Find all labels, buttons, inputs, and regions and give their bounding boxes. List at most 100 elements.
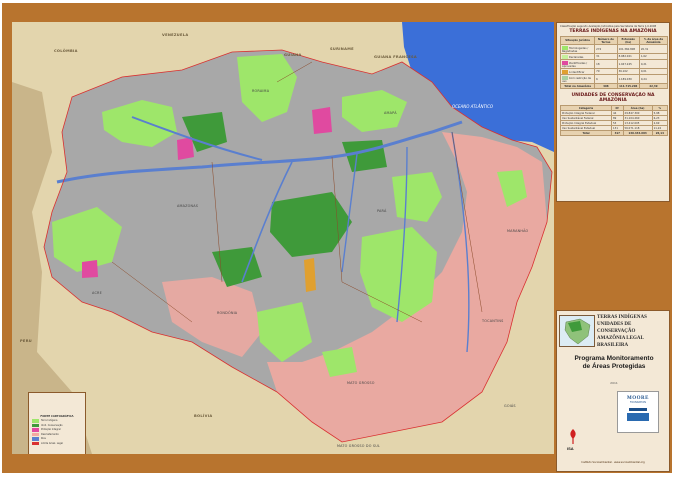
program-title: Programa Monitoramento de Áreas Protegid… <box>557 355 671 371</box>
moore-subtitle: FOUNDATION <box>630 401 646 404</box>
footer-credits: Instituto Socioambiental · www.socioambi… <box>581 461 645 464</box>
table-cell: Homologadas / Registradas <box>559 44 596 54</box>
table-cell: 6 <box>594 74 618 84</box>
table-header: % da área da Amazônia <box>638 36 669 45</box>
label-rondonia: RONDÔNIA <box>217 310 238 315</box>
table-cell: 18 <box>594 59 618 69</box>
legend-swatch <box>562 54 568 59</box>
title-panel: TERRAS INDÍGENAS UNIDADES DE CONSERVAÇÃO… <box>556 310 670 472</box>
table-cell: 0,21 <box>638 59 669 69</box>
table-cell: 111.715.206 <box>616 83 640 89</box>
title-line: UNIDADES DE CONSERVAÇÃO <box>597 322 636 334</box>
table-header: Número de Terras <box>594 36 618 45</box>
table-row: Identificadas / Aprovadas 18 1.047.245 0… <box>559 59 669 69</box>
sponsor-logo-box: MOORE FOUNDATION <box>617 391 659 433</box>
table-cell: 1.047.245 <box>616 59 640 69</box>
row-label: A identificar <box>568 70 585 74</box>
label-acre: ACRE <box>92 291 102 295</box>
legend-item: Proteção Integral <box>32 428 82 432</box>
legend-item-label: Limite Amaz. Legal <box>41 441 63 445</box>
title-line: TERRAS INDÍGENAS <box>597 315 647 320</box>
amazon-map[interactable]: COLÔMBIA VENEZUELA GUIANA SURINAME GUIAN… <box>12 22 554 454</box>
legend-swatch <box>32 428 39 432</box>
table-cell: 101.360.808 <box>616 44 640 54</box>
statistics-panel: Classificação segundo Avaliação Indicati… <box>556 22 670 202</box>
label-bolivia: BOLÍVIA <box>194 413 212 418</box>
table-cell: 1.189.030 <box>616 74 640 84</box>
table-cell: Total na Amazônia <box>559 83 596 89</box>
indigenous-lands-title: TERRAS INDÍGENAS NA AMAZÔNIA <box>569 29 657 34</box>
label-para: PARÁ <box>377 208 387 213</box>
table-header-row: Situação Jurídica Número de Terras Exten… <box>559 36 669 45</box>
legend-swatch <box>562 69 568 74</box>
legend-item-label: Desmatamento <box>41 432 59 436</box>
table-total-row: Total 317 130.434.683 26,14 <box>559 130 669 136</box>
map-canvas: COLÔMBIA VENEZUELA GUIANA SURINAME GUIAN… <box>12 22 554 454</box>
table-row: Com restrição de uso 6 1.189.030 0,24 <box>559 74 669 84</box>
partner-logo <box>627 413 649 421</box>
legend-item: Unid. Conservação <box>32 423 82 427</box>
legend-swatch <box>32 432 39 436</box>
table-cell: 22,39 <box>638 83 669 89</box>
legend-item: Terra Indígena <box>32 419 82 423</box>
table-cell: 408 <box>594 83 618 89</box>
table-total-row: Total na Amazônia 408 111.715.206 22,39 <box>559 83 669 89</box>
label-ocean: OCEANO ATLÂNTICO <box>452 104 493 109</box>
sponsor-bar <box>629 408 647 411</box>
table-cell: 130.434.683 <box>622 130 653 136</box>
brazil-locator-inset <box>559 315 595 347</box>
locator-map <box>564 318 591 345</box>
legend-swatch <box>32 441 39 445</box>
indigenous-lands-table: Situação Jurídica Número de Terras Exten… <box>559 36 669 89</box>
table-cell: 20,31 <box>638 44 669 54</box>
label-roraima: RORAIMA <box>252 89 270 93</box>
map-legend-heading: FONTE CARTOGRÁFICA <box>40 415 74 418</box>
program-line: Programa Monitoramento <box>574 355 654 362</box>
strict-protection-3 <box>82 260 98 278</box>
conservation-units-table: Categoria Nº Área (ha) % Proteção Integr… <box>559 105 669 136</box>
map-legend-box: FONTE CARTOGRÁFICA Terra Indígena Unid. … <box>28 392 86 454</box>
legend-item: Limite Amaz. Legal <box>32 441 82 445</box>
mining-overlap <box>304 258 316 292</box>
program-line: de Áreas Protegidas <box>582 363 646 370</box>
map-title-block: TERRAS INDÍGENAS UNIDADES DE CONSERVAÇÃO… <box>597 314 669 349</box>
conservation-units-title: UNIDADES DE CONSERVAÇÃO NA AMAZÔNIA <box>571 93 655 103</box>
table-row: Homologadas / Registradas 274 101.360.80… <box>559 44 669 54</box>
classification-note: Classificação segundo Avaliação Indicati… <box>560 25 657 28</box>
legend-swatch <box>32 423 39 427</box>
legend-item-label: Unid. Conservação <box>41 423 63 427</box>
table-header: Situação Jurídica <box>559 36 596 45</box>
table-cell: 317 <box>611 130 624 136</box>
label-goias: GOIÁS <box>504 403 516 408</box>
legend-item: Rios <box>32 437 82 441</box>
label-suriname: SURINAME <box>330 47 354 51</box>
label-mato-grosso: MATO GROSSO <box>347 381 375 385</box>
table-cell: 26,14 <box>651 130 669 136</box>
label-peru: PERU <box>20 339 32 343</box>
table-cell: Total <box>559 130 613 136</box>
strict-protection-1 <box>312 107 332 134</box>
legend-item-label: Rios <box>41 437 46 441</box>
edition-year: 2011 <box>610 381 618 385</box>
label-amazonas: AMAZONAS <box>177 204 198 208</box>
strict-protection-2 <box>177 137 194 160</box>
label-mato-grosso-sul: MATO GROSSO DO SUL <box>337 444 380 448</box>
legend-swatch <box>32 419 39 423</box>
row-label: Declaradas <box>568 55 584 59</box>
label-amapa: AMAPÁ <box>384 110 397 115</box>
label-maranhao: MARANHÃO <box>507 228 529 233</box>
isa-logo-icon <box>570 429 576 444</box>
title-line: AMAZÔNIA LEGAL BRASILEIRA <box>597 336 644 348</box>
table-cell: Com restrição de uso <box>559 74 596 84</box>
legend-item-label: Terra Indígena <box>41 419 58 423</box>
label-colombia: COLÔMBIA <box>54 48 78 53</box>
legend-swatch <box>32 437 39 441</box>
label-french-guiana: GUIANA FRANCESA <box>374 55 417 59</box>
label-tocantins: TOCANTINS <box>481 319 504 323</box>
legend-item-label: Proteção Integral <box>41 428 61 432</box>
table-cell: 274 <box>594 44 618 54</box>
table-cell: Identificadas / Aprovadas <box>559 59 596 69</box>
label-guiana: GUIANA <box>284 53 302 57</box>
table-cell: 0,24 <box>638 74 669 84</box>
table-header: Extensão (ha) <box>616 36 640 45</box>
